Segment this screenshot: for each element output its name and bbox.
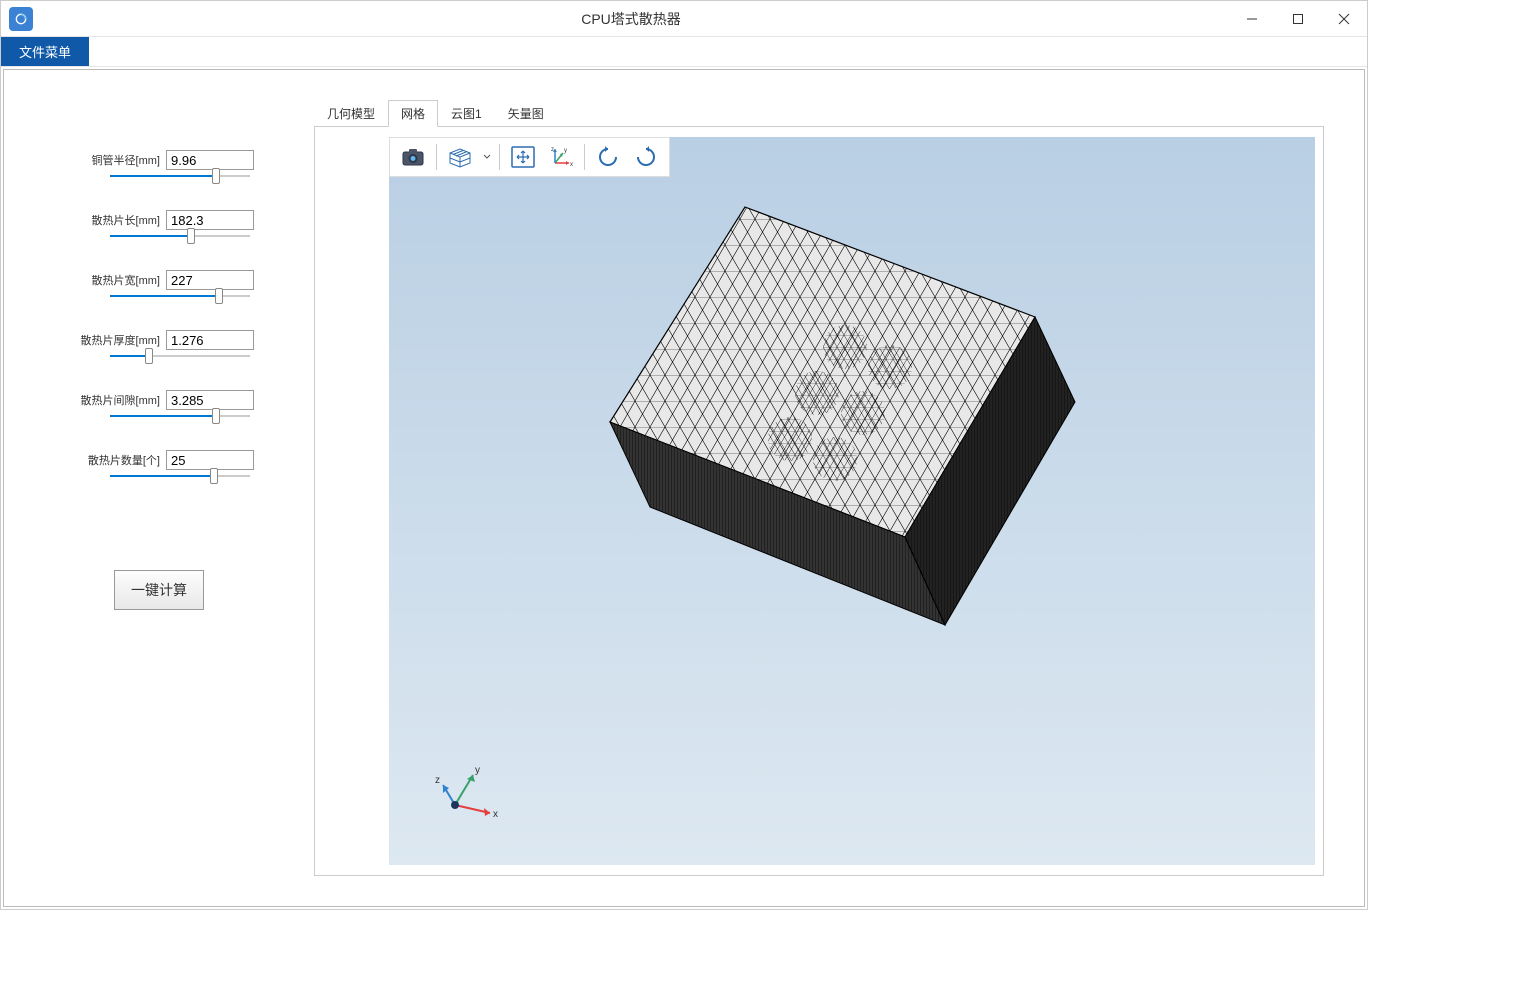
toolbar-divider [499, 144, 500, 170]
param-label: 散热片间隙[mm] [64, 392, 160, 408]
menubar: 文件菜单 [1, 37, 1367, 67]
camera-icon[interactable] [396, 142, 430, 172]
param-row: 散热片数量[个] [64, 450, 254, 478]
param-input[interactable] [166, 150, 254, 170]
window-title: CPU塔式散热器 [33, 9, 1229, 29]
close-icon [1338, 13, 1350, 25]
close-button[interactable] [1321, 1, 1367, 37]
minimize-button[interactable] [1229, 1, 1275, 37]
toolbar-divider [436, 144, 437, 170]
param-row: 散热片长[mm] [64, 210, 254, 238]
param-slider[interactable] [110, 234, 250, 238]
param-label: 散热片数量[个] [64, 452, 160, 468]
param-slider[interactable] [110, 294, 250, 298]
param-slider[interactable] [110, 174, 250, 178]
maximize-button[interactable] [1275, 1, 1321, 37]
render-mode-icon[interactable] [443, 142, 477, 172]
svg-text:y: y [564, 148, 567, 154]
maximize-icon [1292, 13, 1304, 25]
render-mode-dropdown[interactable] [481, 154, 493, 160]
param-row: 散热片厚度[mm] [64, 330, 254, 358]
param-row: 散热片间隙[mm] [64, 390, 254, 418]
param-slider[interactable] [110, 354, 250, 358]
param-input[interactable] [166, 270, 254, 290]
tab[interactable]: 网格 [388, 100, 438, 127]
minimize-icon [1246, 13, 1258, 25]
svg-text:z: z [435, 775, 440, 786]
tabs: 几何模型网格云图1矢量图 [314, 100, 1324, 127]
content-area: 铜管半径[mm] 散热片长[mm] 散热片宽[mm] 散热片厚度[mm] [3, 69, 1365, 907]
svg-text:z: z [551, 147, 554, 153]
param-input[interactable] [166, 450, 254, 470]
tab[interactable]: 矢量图 [495, 100, 557, 127]
axis-gizmo: x y z [435, 755, 505, 825]
compute-button[interactable]: 一键计算 [114, 570, 204, 610]
param-input[interactable] [166, 330, 254, 350]
titlebar: CPU塔式散热器 [1, 1, 1367, 37]
param-label: 铜管半径[mm] [64, 152, 160, 168]
app-icon [9, 7, 33, 31]
parameter-panel: 铜管半径[mm] 散热片长[mm] 散热片宽[mm] 散热片厚度[mm] [4, 70, 314, 906]
param-input[interactable] [166, 210, 254, 230]
tab[interactable]: 几何模型 [314, 100, 388, 127]
param-label: 散热片长[mm] [64, 212, 160, 228]
svg-text:x: x [493, 809, 498, 820]
param-row: 铜管半径[mm] [64, 150, 254, 178]
param-slider[interactable] [110, 414, 250, 418]
file-menu[interactable]: 文件菜单 [1, 37, 89, 66]
param-slider[interactable] [110, 474, 250, 478]
chevron-down-icon [483, 154, 491, 160]
app-window: CPU塔式散热器 文件菜单 铜管半径[mm] [0, 0, 1368, 910]
param-label: 散热片宽[mm] [64, 272, 160, 288]
mesh-3d-model [515, 167, 1135, 707]
param-label: 散热片厚度[mm] [64, 332, 160, 348]
tab[interactable]: 云图1 [438, 100, 495, 127]
param-row: 散热片宽[mm] [64, 270, 254, 298]
window-controls [1229, 1, 1367, 37]
svg-text:y: y [475, 765, 480, 776]
main-area: 几何模型网格云图1矢量图 [314, 70, 1364, 906]
param-input[interactable] [166, 390, 254, 410]
viewer-panel: x y z [314, 126, 1324, 876]
